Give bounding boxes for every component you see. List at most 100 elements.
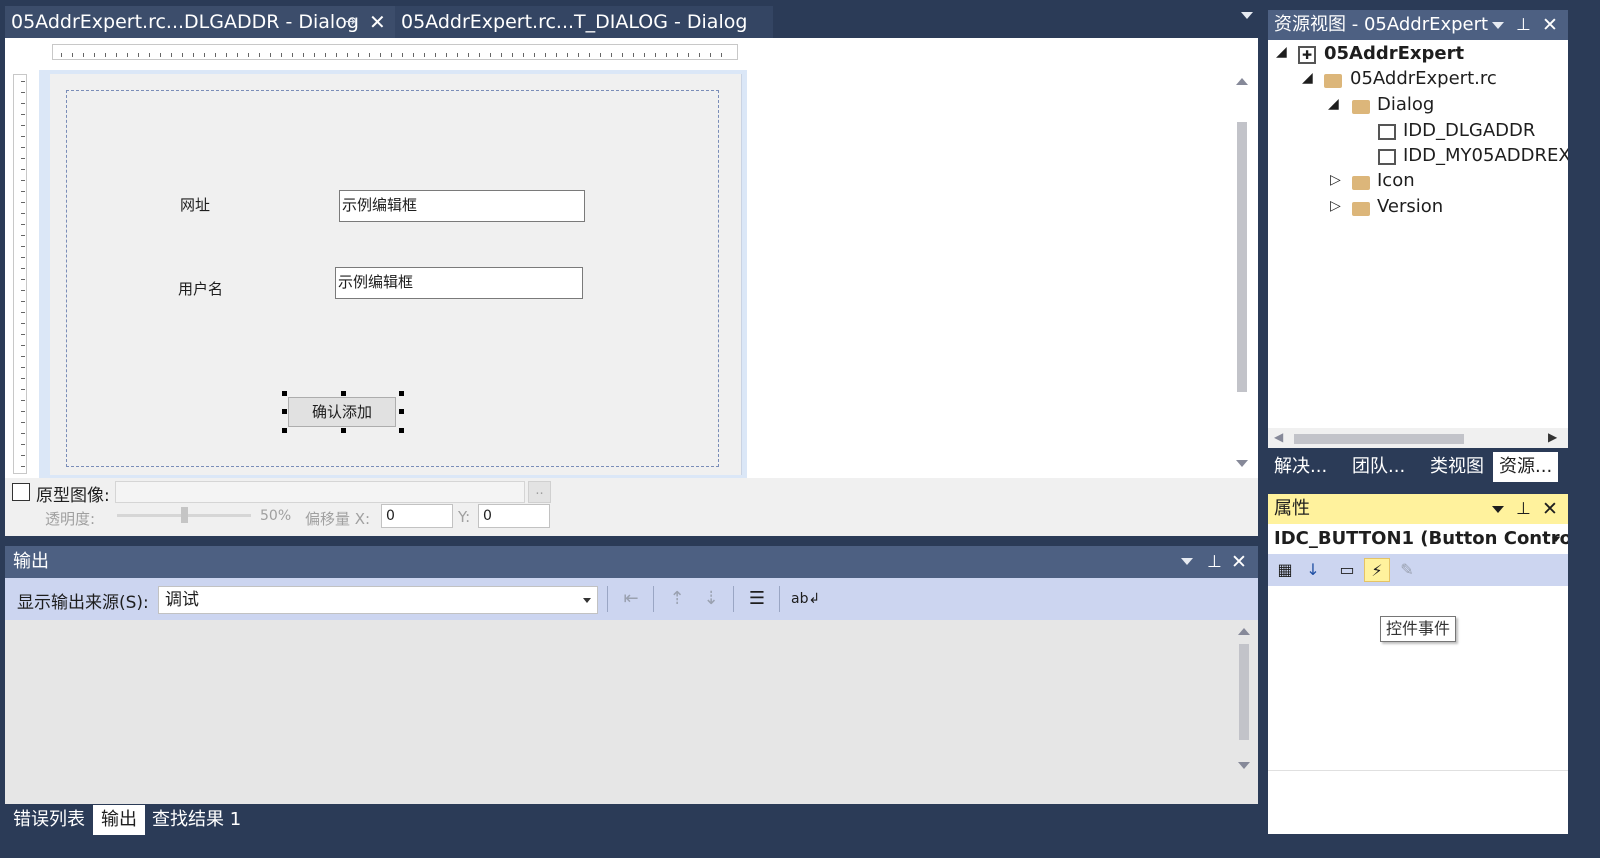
designer-vertical-scrollbar[interactable] [1231,68,1253,478]
pin-icon[interactable]: ⊥ [1516,494,1531,524]
word-wrap-icon[interactable]: ab↲ [791,588,820,610]
prototype-label: 原型图像: [36,486,110,506]
expand-icon[interactable]: ▷ [1330,198,1341,214]
panel-dropdown-icon[interactable] [1181,558,1193,565]
offset-x-spinner[interactable]: 0 [381,504,453,528]
dialog-designer: 网址 示例编辑框 用户名 示例编辑框 确认添加 原型图像: .. 透明度: 50… [5,38,1258,536]
tab-error-list[interactable]: 错误列表 [5,805,93,835]
next-message-icon[interactable]: ⇣ [699,588,723,610]
offset-y-spinner[interactable]: 0 [478,504,550,528]
tree-item-project[interactable]: 05AddrExpert [1324,43,1464,64]
resize-handle[interactable] [399,409,404,414]
tooltip: 控件事件 [1380,616,1457,642]
output-source-select[interactable]: 调试 [158,586,598,614]
resize-handle[interactable] [282,428,287,433]
tree-item-idd-dlgaddr[interactable]: IDD_DLGADDR [1403,120,1535,141]
scroll-thumb[interactable] [1294,434,1464,444]
close-icon[interactable]: ✕ [369,6,386,38]
output-source-value: 调试 [165,590,199,610]
close-icon[interactable]: ✕ [1231,546,1247,578]
scroll-right-icon[interactable]: ▶ [1548,430,1557,444]
tab-solution-explorer[interactable]: 解决... [1268,452,1333,482]
output-title: 输出 [13,551,49,572]
resize-handle[interactable] [399,428,404,433]
find-message-icon[interactable]: ⇤ [619,588,643,610]
output-bottom-tabs: 错误列表 输出 查找结果 1 [5,805,1258,835]
tab-my05addrexpert-dialog[interactable]: 05AddrExpert.rc...T_DIALOG - Dialog [395,6,773,38]
close-icon[interactable]: ✕ [1542,494,1558,524]
clear-all-icon[interactable]: ☰ [745,588,769,610]
tab-resource-view[interactable]: 资源... [1493,452,1559,482]
tab-output[interactable]: 输出 [93,805,145,835]
confirm-add-button[interactable]: 确认添加 [288,397,396,427]
tree-item-version-folder[interactable]: Version [1377,196,1443,217]
tab-label: 05AddrExpert.rc...DLGADDR - Dialog [11,11,359,33]
properties-object-selector[interactable]: IDC_BUTTON1 (Button Control [1268,524,1568,554]
pin-icon[interactable]: ⊥ [1516,10,1531,40]
tab-class-view[interactable]: 类视图 [1424,452,1490,482]
collapse-icon[interactable]: ◢ [1276,44,1287,60]
control-events-icon[interactable]: ⚡ [1364,558,1390,582]
horizontal-ruler[interactable] [52,44,738,60]
categorized-icon[interactable]: ▦ [1272,558,1298,582]
output-toolbar: 显示输出来源(S): 调试 ⇤ ⇡ ⇣ ☰ ab↲ [5,578,1258,620]
prototype-image-bar: 原型图像: .. 透明度: 50% 偏移量 X: 0 Y: 0 [5,478,1258,536]
username-label[interactable]: 用户名 [178,278,223,299]
close-icon[interactable]: ✕ [1542,10,1558,40]
scroll-up-icon[interactable] [1238,628,1250,635]
wrench-icon[interactable]: ✎ [1394,558,1420,582]
tab-find-results[interactable]: 查找结果 1 [144,805,249,835]
prototype-path-field[interactable] [115,481,525,503]
tab-team-explorer[interactable]: 团队... [1346,452,1411,482]
collapse-icon[interactable]: ◢ [1302,70,1313,86]
resize-handle[interactable] [341,428,346,433]
folder-open-icon [1352,100,1370,114]
tree-item-dialog-folder[interactable]: Dialog [1377,94,1434,115]
pin-icon[interactable]: ⊥ [1207,546,1222,578]
scroll-up-icon[interactable] [1236,78,1248,85]
chevron-down-icon [1552,537,1560,542]
tree-item-idd-my05addrex[interactable]: IDD_MY05ADDREX [1403,145,1568,166]
tab-label: 05AddrExpert.rc...T_DIALOG - Dialog [401,11,748,33]
collapse-icon[interactable]: ◢ [1328,96,1339,112]
url-label[interactable]: 网址 [180,194,210,215]
expand-icon[interactable]: ▷ [1330,172,1341,188]
offset-x-label: 偏移量 X: [305,510,371,528]
properties-title: 属性 [1274,498,1310,519]
scroll-thumb[interactable] [1239,644,1249,740]
vertical-ruler[interactable] [13,74,27,474]
tree-item-icon-folder[interactable]: Icon [1377,170,1415,191]
panel-dropdown-icon[interactable] [1492,22,1504,29]
alphabetical-sort-icon[interactable]: ↓ [1300,558,1326,582]
scroll-left-icon[interactable]: ◀ [1274,430,1283,444]
url-edit[interactable]: 示例编辑框 [339,190,585,222]
resource-view-header: 资源视图 - 05AddrExpert ⊥ ✕ [1268,10,1568,40]
opacity-slider-thumb[interactable] [181,507,188,523]
pin-icon[interactable]: ⇥ [345,6,357,38]
tab-dlgaddr-dialog[interactable]: 05AddrExpert.rc...DLGADDR - Dialog ⇥ ✕ [5,6,395,38]
previous-message-icon[interactable]: ⇡ [665,588,689,610]
resize-handle[interactable] [341,391,346,396]
resource-view-tabs: 解决... 团队... 类视图 资源... [1268,448,1568,484]
tree-item-rc-file[interactable]: 05AddrExpert.rc [1350,68,1497,89]
prototype-checkbox[interactable] [12,483,30,501]
properties-header: 属性 ⊥ ✕ [1268,494,1568,524]
resize-handle[interactable] [399,391,404,396]
folder-icon [1352,176,1370,190]
opacity-label: 透明度: [45,510,96,528]
scroll-down-icon[interactable] [1238,762,1250,769]
dialog-surface[interactable]: 网址 示例编辑框 用户名 示例编辑框 确认添加 [50,74,742,475]
username-edit[interactable]: 示例编辑框 [335,267,583,299]
scroll-down-icon[interactable] [1236,460,1248,467]
resize-handle[interactable] [282,391,287,396]
chevron-down-icon [583,598,591,603]
scroll-thumb[interactable] [1237,122,1247,392]
resize-handle[interactable] [282,409,287,414]
tab-overflow-dropdown-icon[interactable] [1241,12,1255,26]
output-vertical-scrollbar[interactable] [1233,622,1255,802]
prototype-browse-button[interactable]: .. [528,481,551,503]
properties-icon[interactable]: ▭ [1334,558,1360,582]
panel-dropdown-icon[interactable] [1492,506,1504,513]
resource-view-horizontal-scrollbar[interactable]: ◀ ▶ [1268,428,1568,448]
output-panel-header: 输出 ⊥ ✕ [5,546,1258,578]
